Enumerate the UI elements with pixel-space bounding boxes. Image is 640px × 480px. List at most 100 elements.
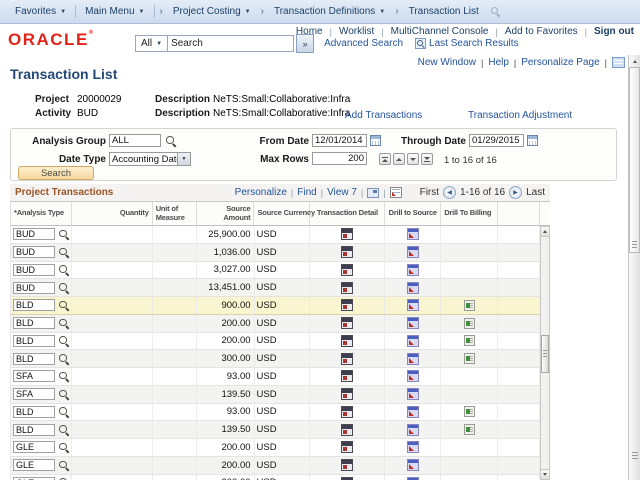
analysis-type-field[interactable] <box>13 388 55 400</box>
breadcrumb-project-costing[interactable]: Project Costing ▼ <box>166 6 258 17</box>
transaction-detail-icon[interactable] <box>341 299 353 311</box>
drill-to-source-icon[interactable] <box>407 317 419 329</box>
transaction-detail-icon[interactable] <box>341 353 353 365</box>
search-input[interactable] <box>168 35 294 52</box>
personalize-link[interactable]: Personalize <box>235 187 287 198</box>
transaction-detail-icon[interactable] <box>341 335 353 347</box>
help-link[interactable]: Help <box>488 57 509 68</box>
drill-to-source-icon[interactable] <box>407 459 419 471</box>
grid-scrollbar[interactable] <box>540 226 550 480</box>
first-label[interactable]: First <box>420 187 439 198</box>
transaction-detail-icon[interactable] <box>341 246 353 258</box>
previous-page-icon[interactable]: ◀ <box>443 186 456 199</box>
analysis-group-field[interactable] <box>109 134 161 147</box>
analysis-type-field[interactable] <box>13 317 55 329</box>
date-type-select[interactable]: Accounting Date ▼ <box>109 152 191 166</box>
grid-scroll-up-button[interactable] <box>541 227 549 237</box>
transaction-detail-icon[interactable] <box>341 424 353 436</box>
new-window-link[interactable]: New Window <box>418 57 476 68</box>
transaction-adjustment-link[interactable]: Transaction Adjustment <box>468 110 572 121</box>
analysis-type-lookup-icon[interactable] <box>58 389 69 400</box>
transaction-detail-icon[interactable] <box>341 441 353 453</box>
add-transactions-link[interactable]: Add Transactions <box>345 110 422 121</box>
from-date-field[interactable] <box>312 134 367 147</box>
personalize-page-link[interactable]: Personalize Page <box>521 57 599 68</box>
drill-to-source-icon[interactable] <box>407 424 419 436</box>
menu-main-menu[interactable]: Main Menu ▼ <box>78 6 151 17</box>
advanced-search-link[interactable]: Advanced Search <box>324 38 403 49</box>
breadcrumb-transaction-list[interactable]: Transaction List <box>402 6 486 17</box>
grid-scroll-down-button[interactable] <box>541 469 549 479</box>
analysis-type-field[interactable] <box>13 459 55 471</box>
page-scrollbar-thumb[interactable] <box>629 67 640 253</box>
drill-to-billing-icon[interactable] <box>464 424 475 435</box>
drill-to-source-icon[interactable] <box>407 441 419 453</box>
drill-to-source-icon[interactable] <box>407 246 419 258</box>
transaction-detail-icon[interactable] <box>341 282 353 294</box>
breadcrumb-transaction-definitions[interactable]: Transaction Definitions ▼ <box>267 6 392 17</box>
drill-to-billing-icon[interactable] <box>464 335 475 346</box>
transaction-detail-icon[interactable] <box>341 370 353 382</box>
drill-to-source-icon[interactable] <box>407 353 419 365</box>
drill-to-billing-icon[interactable] <box>464 318 475 329</box>
analysis-type-field[interactable] <box>13 353 55 365</box>
search-scope-dropdown[interactable]: All ▼ <box>135 35 168 52</box>
analysis-type-lookup-icon[interactable] <box>58 442 69 453</box>
drill-to-source-icon[interactable] <box>407 282 419 294</box>
drill-to-billing-icon[interactable] <box>464 406 475 417</box>
page-scroll-up-button[interactable] <box>630 56 640 66</box>
zoom-grid-icon[interactable] <box>367 188 379 198</box>
analysis-type-lookup-icon[interactable] <box>58 229 69 240</box>
search-go-button[interactable]: » <box>296 34 314 53</box>
page-scrollbar[interactable] <box>628 55 640 480</box>
analysis-type-field[interactable] <box>13 246 55 258</box>
analysis-type-lookup-icon[interactable] <box>58 460 69 471</box>
max-rows-field[interactable] <box>312 152 367 165</box>
inner-scrollbar-grip[interactable] <box>632 452 638 459</box>
transaction-detail-icon[interactable] <box>341 264 353 276</box>
analysis-type-lookup-icon[interactable] <box>58 282 69 293</box>
drill-to-source-icon[interactable] <box>407 370 419 382</box>
download-to-excel-icon[interactable] <box>390 187 402 198</box>
transaction-detail-icon[interactable] <box>341 228 353 240</box>
scroll-first-chunk-button[interactable] <box>379 153 391 165</box>
analysis-type-field[interactable] <box>13 335 55 347</box>
grid-scrollbar-thumb[interactable] <box>541 335 549 373</box>
scroll-next-chunk-button[interactable] <box>407 153 419 165</box>
personalize-layout-icon[interactable] <box>612 57 625 68</box>
last-search-results-link[interactable]: Last Search Results <box>429 38 519 49</box>
analysis-type-lookup-icon[interactable] <box>58 424 69 435</box>
analysis-type-lookup-icon[interactable] <box>58 318 69 329</box>
next-page-icon[interactable]: ▶ <box>509 186 522 199</box>
find-link[interactable]: Find <box>297 187 316 198</box>
drill-to-source-icon[interactable] <box>407 388 419 400</box>
drill-to-billing-icon[interactable] <box>464 353 475 364</box>
drill-to-source-icon[interactable] <box>407 264 419 276</box>
view-all-link[interactable]: View 7 <box>327 187 357 198</box>
analysis-type-lookup-icon[interactable] <box>58 264 69 275</box>
analysis-type-field[interactable] <box>13 370 55 382</box>
transaction-detail-icon[interactable] <box>341 388 353 400</box>
search-button[interactable]: Search <box>18 166 94 180</box>
analysis-type-lookup-icon[interactable] <box>58 335 69 346</box>
analysis-type-field[interactable] <box>13 228 55 240</box>
from-date-calendar-icon[interactable] <box>370 135 381 146</box>
transaction-detail-icon[interactable] <box>341 406 353 418</box>
transaction-detail-icon[interactable] <box>341 459 353 471</box>
last-label[interactable]: Last <box>526 187 545 198</box>
analysis-group-lookup-icon[interactable] <box>165 135 176 146</box>
scroll-last-chunk-button[interactable] <box>421 153 433 165</box>
menu-favorites[interactable]: Favorites ▼ <box>8 6 73 17</box>
analysis-type-field[interactable] <box>13 441 55 453</box>
analysis-type-lookup-icon[interactable] <box>58 300 69 311</box>
analysis-type-lookup-icon[interactable] <box>58 247 69 258</box>
analysis-type-lookup-icon[interactable] <box>58 353 69 364</box>
analysis-type-lookup-icon[interactable] <box>58 371 69 382</box>
scroll-prev-chunk-button[interactable] <box>393 153 405 165</box>
analysis-type-field[interactable] <box>13 264 55 276</box>
analysis-type-field[interactable] <box>13 406 55 418</box>
through-date-calendar-icon[interactable] <box>527 135 538 146</box>
analysis-type-field[interactable] <box>13 282 55 294</box>
sign-out-link[interactable]: Sign out <box>594 26 634 37</box>
analysis-type-lookup-icon[interactable] <box>58 406 69 417</box>
